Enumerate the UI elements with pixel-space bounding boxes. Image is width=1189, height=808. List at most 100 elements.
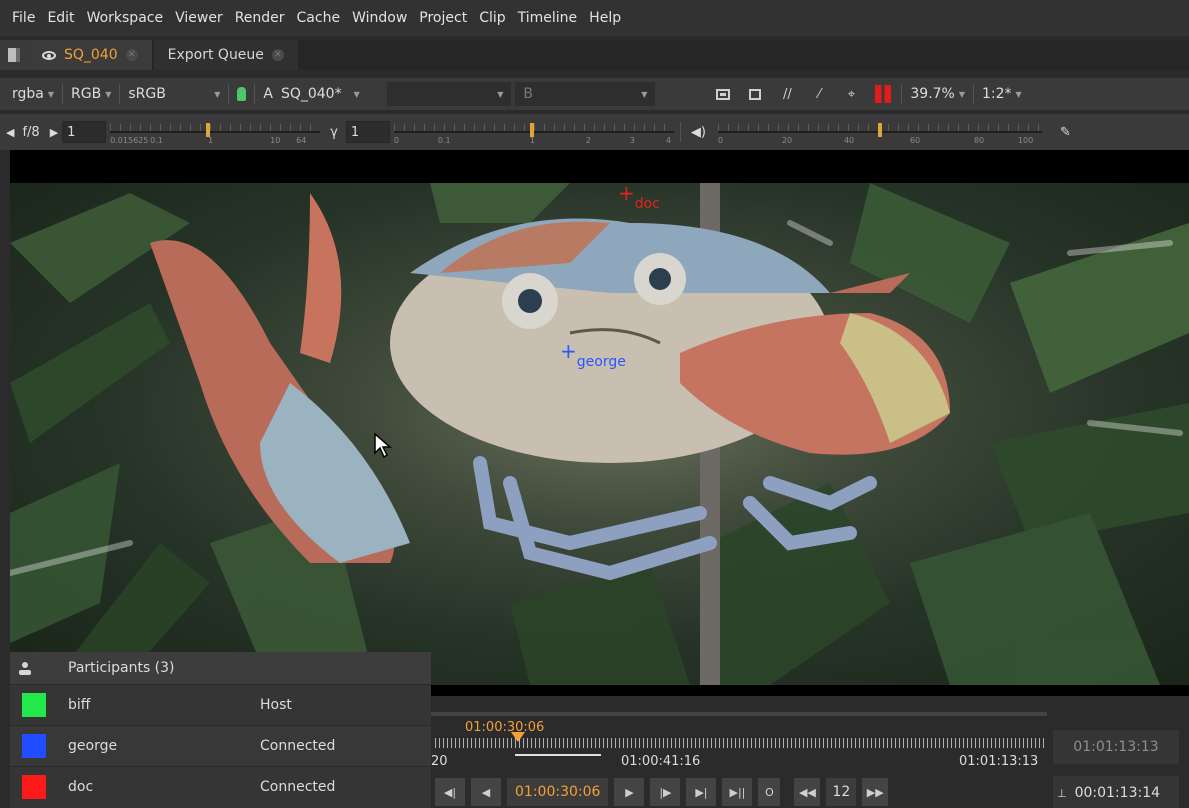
step-size-field[interactable]: 12 xyxy=(826,778,857,806)
step-back-button[interactable]: ◀ xyxy=(471,778,501,806)
zoom-dropdown[interactable]: 39.7% ▼ xyxy=(904,86,971,102)
gamma-slider-handle[interactable] xyxy=(529,123,534,137)
gain-field[interactable]: 1 xyxy=(62,121,107,143)
divider xyxy=(119,84,121,104)
fstop-decrease-icon[interactable]: ◀ xyxy=(6,126,14,139)
menu-workspace[interactable]: Workspace xyxy=(81,0,170,36)
menu-file[interactable]: File xyxy=(6,0,41,36)
gain-slider-handle[interactable] xyxy=(206,123,211,137)
roi-icon[interactable]: ⌖ xyxy=(841,86,861,102)
current-frame-field[interactable]: 01:00:30:06 xyxy=(507,778,609,806)
color-mode-dropdown[interactable]: RGB ▼ xyxy=(65,86,117,102)
menu-bar: File Edit Workspace Viewer Render Cache … xyxy=(0,0,1189,36)
chevron-down-icon: ▼ xyxy=(497,89,504,99)
gamma-tick: 3 xyxy=(629,136,635,145)
gain-slider[interactable]: 0.015625 0.1 1 10 64 xyxy=(110,119,321,145)
divider xyxy=(973,84,975,104)
proxy-value: 1:2* xyxy=(982,86,1012,102)
chevron-down-icon: ▼ xyxy=(958,89,966,99)
step-forward-button[interactable]: |▶ xyxy=(650,778,681,806)
menu-timeline[interactable]: Timeline xyxy=(512,0,584,36)
transport-controls: ◀| ◀ 01:00:30:06 ▶ |▶ ▶| ▶|| O ◀◀ 12 ▶▶ xyxy=(431,776,889,808)
fstop-label[interactable]: f/8 xyxy=(22,125,39,140)
menu-edit[interactable]: Edit xyxy=(41,0,80,36)
chevron-down-icon: ▼ xyxy=(214,89,221,99)
crab-image: +doc +george xyxy=(10,183,1189,685)
zebra-icon[interactable]: // xyxy=(777,86,797,102)
safe-area-icon[interactable] xyxy=(745,86,765,102)
divider xyxy=(62,84,64,104)
menu-render[interactable]: Render xyxy=(229,0,291,36)
menu-project[interactable]: Project xyxy=(413,0,473,36)
skip-back-button[interactable]: ◀◀ xyxy=(794,778,821,806)
loop-mode-button[interactable]: O xyxy=(758,778,781,806)
menu-viewer[interactable]: Viewer xyxy=(169,0,229,36)
lock-icon[interactable] xyxy=(237,87,247,101)
volume-icon[interactable]: ◀) xyxy=(691,125,706,140)
play-button[interactable]: ▶ xyxy=(614,778,645,806)
participant-row[interactable]: biff Host xyxy=(10,684,431,725)
tab-sq040[interactable]: SQ_040 ✕ xyxy=(28,40,152,70)
gamma-tick: 0 xyxy=(393,136,399,145)
menu-cache[interactable]: Cache xyxy=(291,0,347,36)
gain-tick: 0.015625 xyxy=(110,136,149,145)
cursor-doc-label: doc xyxy=(634,196,660,212)
timeline-right-label: 01:01:13:13 xyxy=(959,754,1039,769)
timeline-ruler[interactable]: 01:00:30:06 20 01:00:41:16 01:01:13:13 xyxy=(431,718,1047,770)
volume-slider-handle[interactable] xyxy=(877,123,882,137)
crab-illustration xyxy=(10,183,1189,685)
tab-bar: SQ_040 ✕ Export Queue ✕ xyxy=(0,40,1189,70)
pane-menu-button[interactable] xyxy=(0,40,28,70)
menu-clip[interactable]: Clip xyxy=(473,0,511,36)
overscan-icon[interactable] xyxy=(713,86,733,102)
next-keyframe-button[interactable]: ▶| xyxy=(686,778,717,806)
eye-icon xyxy=(42,50,56,60)
gamma-label[interactable]: γ xyxy=(330,125,338,140)
participant-row[interactable]: doc Connected xyxy=(10,766,431,807)
viewer-canvas[interactable]: +doc +george xyxy=(10,150,1189,696)
goto-end-button[interactable]: ▶|| xyxy=(722,778,753,806)
tab-sq040-label: SQ_040 xyxy=(64,47,118,63)
divider xyxy=(901,84,903,104)
b-input-dropdown[interactable]: B ▼ xyxy=(515,82,656,106)
timeline-current-time: 01:00:30:06 xyxy=(465,720,545,735)
tab-export-queue-label: Export Queue xyxy=(167,47,264,63)
gain-tick: 0.1 xyxy=(150,136,163,145)
duration-field[interactable]: ⊥ 00:01:13:14 xyxy=(1053,776,1179,808)
out-point-field[interactable]: 01:01:13:13 xyxy=(1053,730,1179,764)
menu-window[interactable]: Window xyxy=(346,0,413,36)
volume-slider[interactable]: 0 20 40 60 80 100 xyxy=(717,119,1042,145)
safe-area-shape xyxy=(749,88,762,100)
timeline-ticks xyxy=(435,738,1047,748)
paint-brush-icon[interactable]: ⁄ xyxy=(809,86,829,102)
a-input-dropdown[interactable]: A SQ_040* ▼ xyxy=(257,86,387,102)
colorspace-dropdown[interactable]: sRGB ▼ xyxy=(122,86,226,102)
gamma-field[interactable]: 1 xyxy=(345,121,390,143)
chevron-down-icon: ▼ xyxy=(1015,89,1022,99)
participant-name: doc xyxy=(68,779,94,795)
volume-tick: 40 xyxy=(843,136,855,145)
crosshair-icon: + xyxy=(618,183,635,205)
channels-dropdown[interactable]: rgba ▼ xyxy=(6,86,60,102)
color-picker-icon[interactable]: ✎ xyxy=(1060,125,1071,140)
skip-forward-button[interactable]: ▶▶ xyxy=(862,778,889,806)
participant-color-swatch xyxy=(22,693,46,717)
close-icon[interactable]: ✕ xyxy=(271,49,284,61)
user-icon xyxy=(10,661,40,675)
participant-row[interactable]: george Connected xyxy=(10,725,431,766)
wipe-mode-dropdown[interactable]: ▼ xyxy=(387,82,512,106)
crosshair-icon: + xyxy=(560,339,577,363)
participant-status: Host xyxy=(260,697,292,713)
goto-start-button[interactable]: ◀| xyxy=(435,778,465,806)
cursor-george-label: george xyxy=(576,354,626,370)
tab-export-queue[interactable]: Export Queue ✕ xyxy=(153,40,298,70)
cursor-doc: +doc xyxy=(618,183,660,212)
menu-help[interactable]: Help xyxy=(583,0,627,36)
close-icon[interactable]: ✕ xyxy=(125,49,138,61)
divider xyxy=(679,122,681,142)
mouse-pointer-icon xyxy=(374,433,392,459)
play-arrow-icon[interactable]: ▶ xyxy=(50,126,58,139)
proxy-dropdown[interactable]: 1:2* ▼ xyxy=(976,86,1028,102)
gamma-slider[interactable]: 0 0.1 1 2 3 4 xyxy=(393,119,674,145)
pause-render-icon[interactable] xyxy=(873,85,893,103)
